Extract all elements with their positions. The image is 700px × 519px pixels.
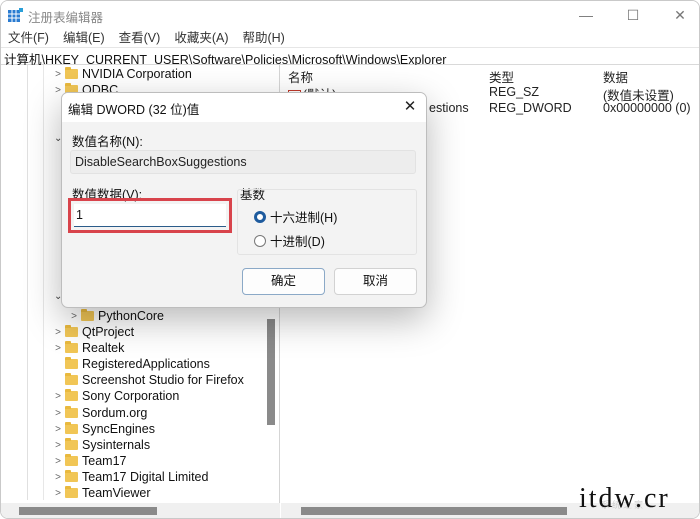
tree-item-label: NVIDIA Corporation — [82, 67, 192, 81]
tree-item-pythoncore[interactable]: > PythonCore — [67, 308, 164, 324]
folder-icon — [65, 422, 78, 434]
tree-horizontal-scrollbar[interactable] — [19, 507, 157, 515]
watermark: itdw.cr — [579, 483, 670, 514]
folder-icon — [65, 454, 78, 466]
title-bar: 注册表编辑器 — ☐ ✕ — [1, 1, 699, 29]
folder-icon — [65, 357, 78, 369]
tree-item-syncengines[interactable]: > SyncEngines — [51, 421, 155, 437]
chevron-right-icon[interactable]: > — [51, 472, 65, 483]
radio-hexadecimal[interactable]: 十六进制(H) — [254, 207, 337, 226]
value-name-label: 数值名称(N): — [72, 135, 143, 149]
radio-checked-icon[interactable] — [254, 210, 266, 223]
list-horizontal-scrollbar[interactable] — [301, 507, 567, 515]
folder-icon — [65, 438, 78, 450]
tree-item-label: Team17 Digital Limited — [82, 470, 209, 484]
menu-bar: 文件(F) 编辑(E) 查看(V) 收藏夹(A) 帮助(H) — [1, 29, 699, 47]
ok-button[interactable]: 确定 — [242, 268, 325, 295]
value-data: 0x00000000 (0) — [603, 101, 691, 115]
tree-guide-line — [27, 65, 28, 500]
menu-edit[interactable]: 编辑(E) — [56, 29, 112, 47]
chevron-right-icon[interactable]: > — [51, 327, 65, 338]
folder-icon — [65, 389, 78, 401]
window-title: 注册表编辑器 — [28, 11, 104, 25]
tree-vertical-scrollbar[interactable] — [267, 319, 275, 425]
tree-item-label: RegisteredApplications — [82, 357, 210, 371]
chevron-right-icon[interactable]: > — [51, 424, 65, 435]
tree-item-label: Realtek — [82, 341, 125, 355]
value-type: REG_DWORD — [489, 101, 572, 115]
tree-item-realtek[interactable]: > Realtek — [51, 340, 124, 356]
radio-unchecked-icon[interactable] — [254, 234, 266, 247]
chevron-right-icon[interactable]: > — [51, 440, 65, 451]
folder-icon — [65, 325, 78, 337]
tree-item-label: Sony Corporation — [82, 389, 180, 403]
folder-icon — [65, 470, 78, 482]
tree-item-label: Sysinternals — [82, 438, 151, 452]
tree-item-registeredapplications[interactable]: > RegisteredApplications — [51, 356, 210, 372]
close-button[interactable]: ✕ — [657, 1, 699, 29]
menu-file[interactable]: 文件(F) — [1, 29, 56, 47]
tree-item-label: Screenshot Studio for Firefox — [82, 373, 244, 387]
chevron-right-icon[interactable]: > — [51, 69, 65, 80]
chevron-right-icon[interactable]: > — [51, 408, 65, 419]
tree-item-label: Sordum.org — [82, 406, 148, 420]
tree-item-sony[interactable]: > Sony Corporation — [51, 388, 179, 404]
minimize-button[interactable]: — — [563, 1, 609, 29]
folder-icon — [65, 373, 78, 385]
folder-icon — [65, 341, 78, 353]
tree-item-sordum[interactable]: > Sordum.org — [51, 405, 147, 421]
folder-icon — [81, 309, 94, 321]
value-name-field: DisableSearchBoxSuggestions — [70, 150, 416, 174]
chevron-right-icon[interactable]: > — [51, 456, 65, 467]
edit-dword-dialog: 编辑 DWORD (32 位)值 ✕ 数值名称(N): DisableSearc… — [61, 92, 427, 308]
chevron-right-icon[interactable]: > — [51, 391, 65, 402]
maximize-button[interactable]: ☐ — [610, 1, 656, 29]
menu-view[interactable]: 查看(V) — [112, 29, 168, 47]
tree-item-sysinternals[interactable]: > Sysinternals — [51, 437, 150, 453]
tree-item-team17[interactable]: > Team17 — [51, 453, 126, 469]
tree-item-screenshot-studio[interactable]: > Screenshot Studio for Firefox — [51, 372, 244, 388]
dialog-title-bar: 编辑 DWORD (32 位)值 ✕ — [62, 93, 426, 122]
folder-icon — [65, 486, 78, 498]
tree-item-team17-digital[interactable]: > Team17 Digital Limited — [51, 469, 208, 485]
cancel-button[interactable]: 取消 — [334, 268, 417, 295]
tree-guide-line — [43, 65, 44, 500]
value-name: estions — [429, 101, 469, 115]
chevron-right-icon[interactable]: > — [51, 488, 65, 499]
tree-item-label: SyncEngines — [82, 422, 155, 436]
value-type: REG_SZ — [489, 85, 540, 99]
tree-item-label: QtProject — [82, 325, 135, 339]
value-data-highlight — [68, 198, 232, 233]
menu-favorites[interactable]: 收藏夹(A) — [167, 29, 235, 47]
tree-item-qtproject[interactable]: > QtProject — [51, 324, 134, 340]
menu-help[interactable]: 帮助(H) — [235, 29, 291, 47]
tree-item-label: TeamViewer — [82, 486, 151, 500]
tree-item-nvidia[interactable]: > NVIDIA Corporation — [51, 66, 192, 82]
value-data-input[interactable] — [74, 204, 226, 227]
list-header: 名称 类型 数据 — [281, 65, 699, 85]
chevron-right-icon[interactable]: > — [67, 311, 81, 322]
dialog-close-button[interactable]: ✕ — [398, 96, 422, 118]
tree-item-label: PythonCore — [98, 309, 165, 323]
registry-editor-icon — [8, 8, 23, 22]
registry-editor-window: 注册表编辑器 — ☐ ✕ 文件(F) 编辑(E) 查看(V) 收藏夹(A) 帮助… — [0, 0, 700, 519]
folder-icon — [65, 67, 78, 79]
address-bar[interactable]: 计算机\HKEY_CURRENT_USER\Software\Policies\… — [1, 47, 699, 67]
dialog-title: 编辑 DWORD (32 位)值 — [68, 103, 200, 117]
radio-decimal[interactable]: 十进制(D) — [254, 231, 325, 250]
chevron-right-icon[interactable]: > — [51, 343, 65, 354]
tree-item-teamviewer[interactable]: > TeamViewer — [51, 485, 151, 501]
folder-icon — [65, 406, 78, 418]
tree-item-label: Team17 — [82, 454, 127, 468]
